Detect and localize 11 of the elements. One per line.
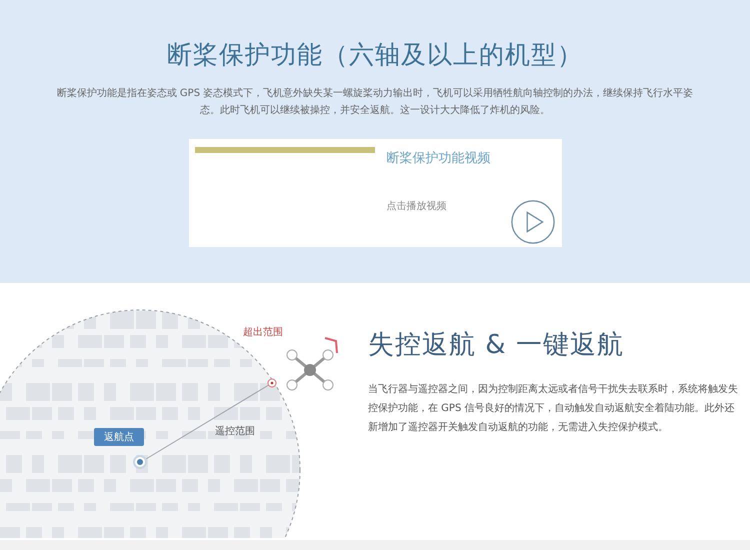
play-hint: 点击播放视频: [386, 200, 446, 213]
out-of-range-label: 超出范围: [243, 326, 283, 339]
section-title: 断桨保护功能（六轴及以上的机型）: [167, 39, 583, 71]
section-title: 失控返航 & 一键返航: [368, 329, 625, 362]
play-icon[interactable]: [510, 199, 556, 245]
control-range-label: 遥控范围: [215, 424, 255, 438]
video-title[interactable]: 断桨保护功能视频: [386, 149, 490, 167]
section-description: 断桨保护功能是指在姿态或 GPS 姿态模式下，飞机意外缺失某一螺旋桨动力输出时，飞机可以采用牺牲航向轴控制的办法，继续保持飞行水平姿态。此时飞机可以继续被操控，并安全返航。这一设计大大降低了炸机的风险。: [56, 86, 694, 118]
section-description: 当飞行器与遥控器之间，因为控制距离太远或者信号干扰失去联系时，系统将触发失控保护功能，在 GPS 信号良好的情况下，自动触发自动返航安全着陆功能。此外还新增加了遥控器开关触发自动返航的功能，无需进入失控保护模式。: [368, 382, 739, 435]
video-card[interactable]: 断桨保护功能视频 点击播放视频: [188, 139, 562, 247]
home-point-tag: 返航点: [94, 428, 144, 446]
